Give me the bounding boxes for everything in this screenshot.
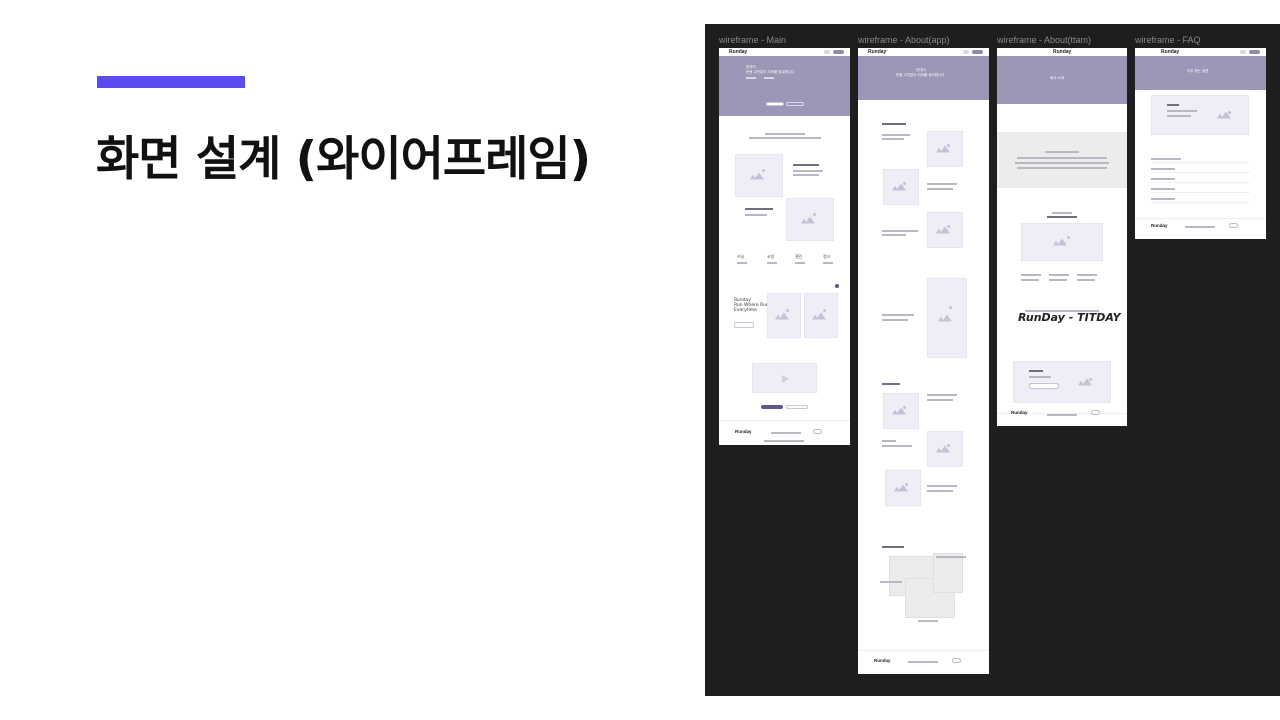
wf-video-placeholder: [752, 363, 817, 393]
wf-hero-subtitle: 운동 고민없이 지켜볼 정교합니다: [746, 70, 795, 74]
wf-footer-logo: Runday: [874, 658, 891, 663]
cloud-icon: [952, 658, 961, 663]
wf-hero: 런데이 운동 고민없이 지켜볼 정교합니다: [858, 56, 989, 100]
frame-label-about-app[interactable]: wireframe - About(app): [858, 35, 950, 45]
frame-label-faq[interactable]: wireframe - FAQ: [1135, 35, 1201, 45]
wf-hero-title: 런데이: [916, 68, 926, 72]
wf-hero: 회사 소개: [997, 56, 1127, 104]
wf-feature-2: 코칭: [767, 254, 775, 259]
wf-image-placeholder: [1021, 223, 1103, 261]
wf-logo: Runday: [868, 49, 887, 55]
figma-canvas[interactable]: wireframe - Main wireframe - About(app) …: [705, 24, 1280, 696]
wf-image-placeholder: [885, 470, 921, 506]
slide-title: 화면 설계 (와이어프레임): [96, 132, 591, 187]
wf-logo: Runday: [1053, 49, 1072, 55]
wf-nav-link: [824, 50, 830, 54]
frame-label-main[interactable]: wireframe - Main: [719, 35, 786, 45]
wf-carousel-dot: [835, 284, 839, 288]
wf-hero: 자주 묻는 질문: [1135, 56, 1266, 90]
wireframe-faq-frame[interactable]: Runday 자주 묻는 질문 Runday: [1135, 48, 1266, 239]
wf-image-placeholder: [933, 553, 963, 593]
wireframe-about-app-frame[interactable]: Runday 런데이 운동 고민없이 지켜볼 정교합니다 Runday: [858, 48, 989, 674]
wf-nav-button: [833, 50, 844, 54]
wf-logo: Runday: [1161, 49, 1180, 55]
cloud-icon: [1229, 223, 1238, 228]
wf-brand-logo: RunDay - TITDAY: [1018, 311, 1121, 324]
cloud-icon: [1091, 410, 1100, 415]
wf-hero: 런데이 운동 고민없이 지켜볼 정교합니다: [719, 56, 850, 116]
wf-hero-title: 회사 소개: [1050, 76, 1064, 80]
wf-image-placeholder: [735, 154, 783, 197]
wf-feature-4: 랭크: [823, 254, 831, 259]
wireframe-about-ttam-frame[interactable]: Runday 회사 소개 RunDay - TITDAY Runday: [997, 48, 1127, 426]
wireframe-main-frame[interactable]: Runday 런데이 운동 고민없이 지켜볼 정교합니다 러닝 코칭 챌린 랭크: [719, 48, 850, 445]
play-icon: [782, 375, 789, 383]
wf-image-placeholder: [883, 393, 919, 429]
wf-footer-logo: Runday: [1151, 223, 1168, 228]
wf-hero-title: 런데이: [746, 65, 756, 69]
wf-image-placeholder: [927, 131, 963, 167]
wf-feature-1: 러닝: [737, 254, 745, 259]
wf-hero-title: 자주 묻는 질문: [1187, 69, 1209, 73]
wf-hero-subtitle: 운동 고민없이 지켜볼 정교합니다: [896, 73, 945, 77]
wf-footer-logo: Runday: [1011, 410, 1028, 415]
wf-promo-line: Everytime: [734, 308, 757, 313]
wf-image-placeholder: [767, 293, 801, 338]
wf-footer-logo: Runday: [735, 429, 752, 434]
wf-logo: Runday: [729, 49, 748, 55]
wf-image-placeholder: [786, 198, 834, 241]
wf-image-placeholder: [883, 169, 919, 205]
cloud-icon: [813, 429, 822, 434]
wf-image-placeholder: [804, 293, 838, 338]
wf-about-section: [997, 132, 1127, 188]
wf-image-placeholder: [927, 431, 963, 467]
title-accent-bar: [97, 76, 245, 88]
wf-image-placeholder: [927, 212, 963, 248]
wf-image-placeholder: [927, 278, 967, 358]
frame-label-about-ttam[interactable]: wireframe - About(ttam): [997, 35, 1091, 45]
wf-feature-3: 챌린: [795, 254, 803, 259]
